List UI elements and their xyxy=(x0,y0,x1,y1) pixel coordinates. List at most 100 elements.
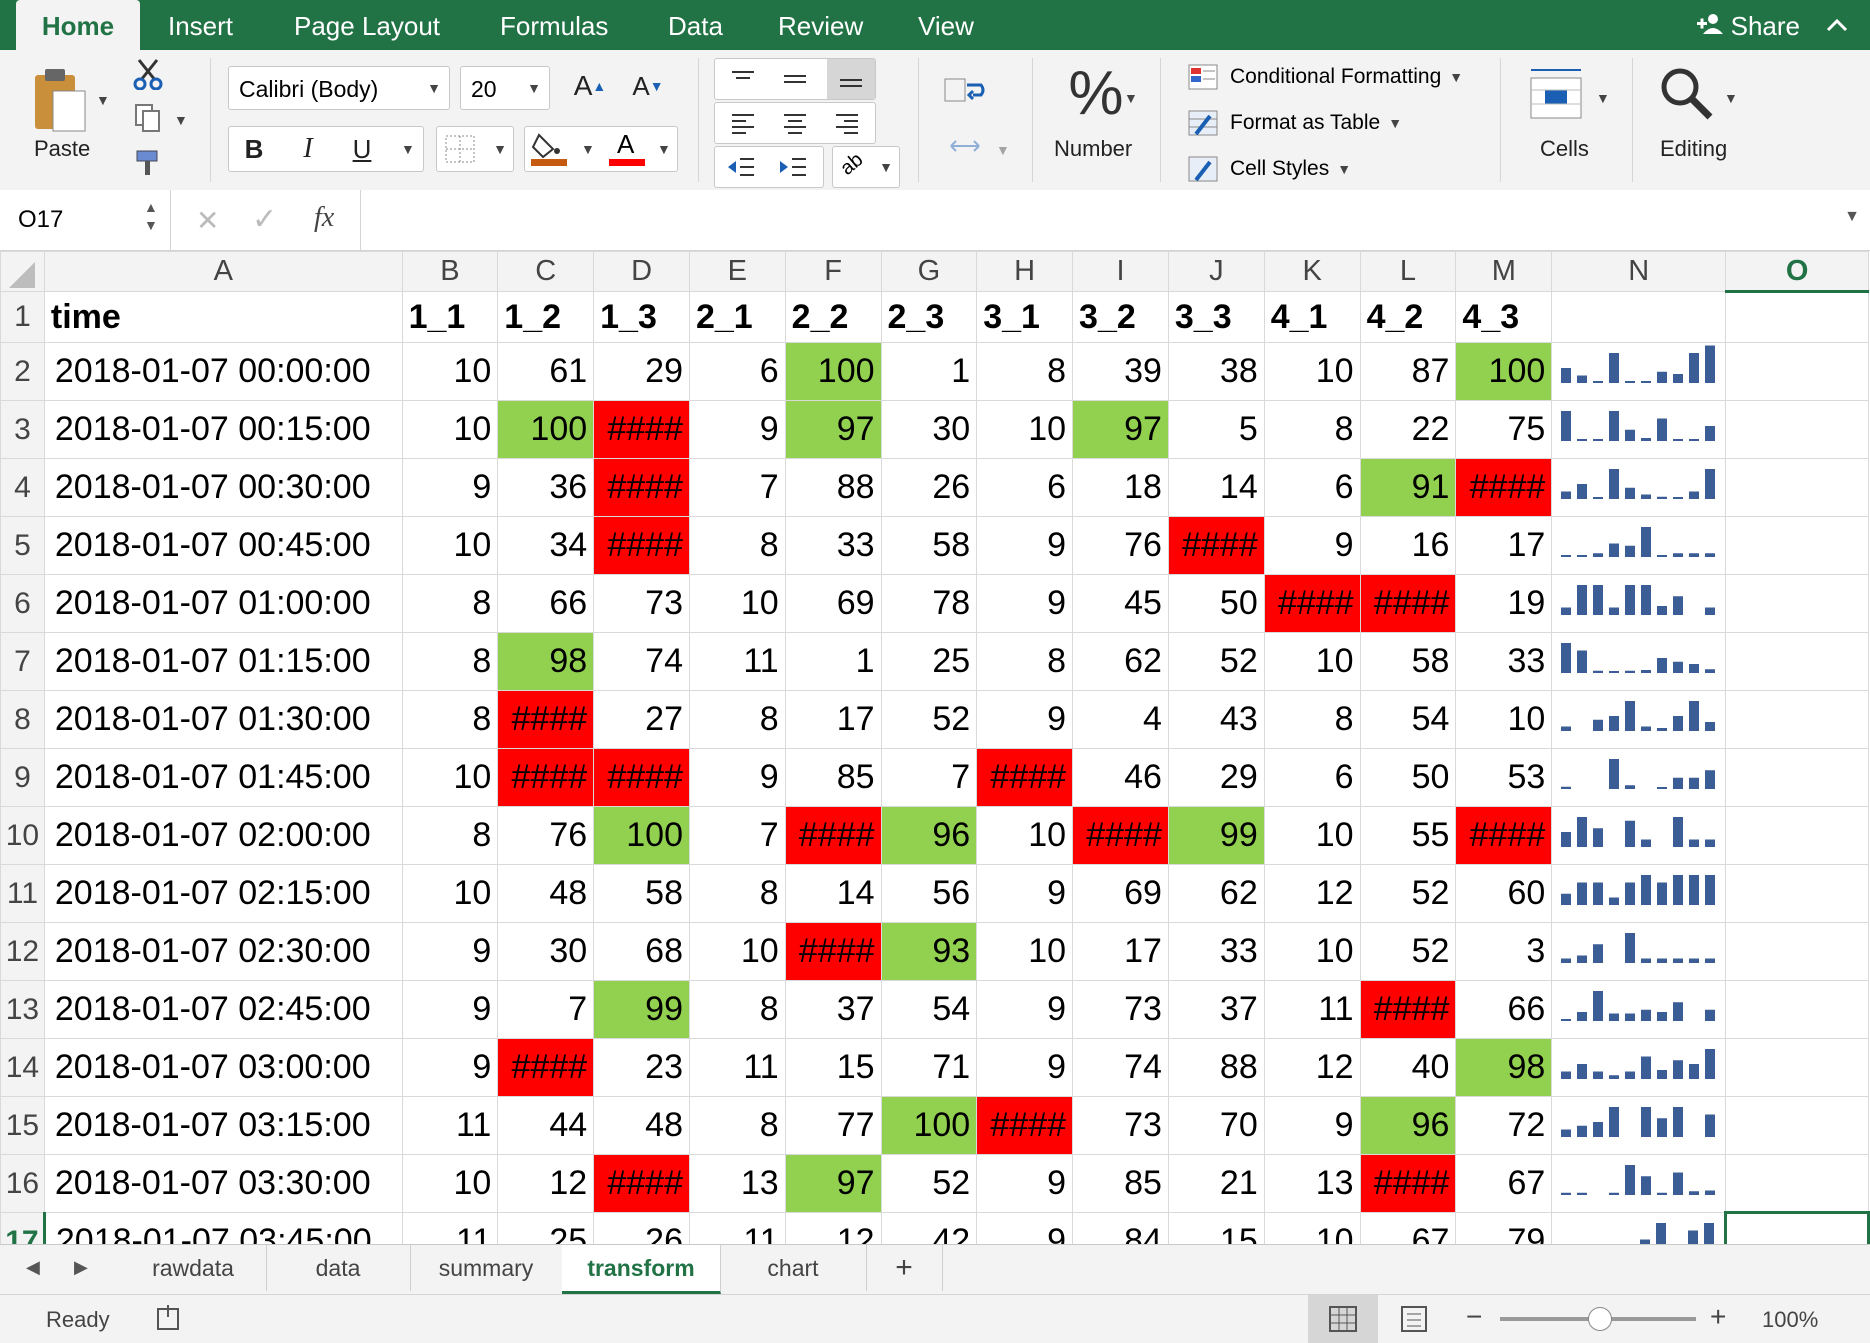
value-cell[interactable]: 98 xyxy=(497,632,595,691)
value-cell[interactable]: 10 xyxy=(976,400,1074,459)
value-cell[interactable]: 72 xyxy=(1455,1096,1553,1155)
value-cell[interactable]: 96 xyxy=(1359,1096,1457,1155)
column-header-m[interactable]: M xyxy=(1455,251,1553,292)
value-cell[interactable]: 11 xyxy=(1263,980,1361,1039)
time-cell[interactable]: 2018-01-07 02:15:00 xyxy=(43,864,403,923)
value-cell[interactable]: 76 xyxy=(497,806,595,865)
paste-dropdown-icon[interactable]: ▼ xyxy=(96,92,110,108)
sparkline-cell[interactable] xyxy=(1551,980,1727,1039)
sparkline-cell[interactable] xyxy=(1551,400,1727,459)
header-cell[interactable]: 4_1 xyxy=(1263,291,1361,343)
value-cell[interactable]: 75 xyxy=(1455,400,1553,459)
align-top-icon[interactable] xyxy=(723,63,763,95)
value-cell[interactable]: 10 xyxy=(1263,922,1361,981)
value-cell[interactable]: 11 xyxy=(401,1096,499,1155)
value-cell[interactable]: 8 xyxy=(401,806,499,865)
sparkline-cell[interactable] xyxy=(1551,1212,1727,1244)
value-cell[interactable]: 33 xyxy=(1455,632,1553,691)
value-cell[interactable]: 74 xyxy=(593,632,690,691)
time-cell[interactable]: 2018-01-07 02:00:00 xyxy=(43,806,403,865)
value-cell[interactable]: 9 xyxy=(688,400,786,459)
value-cell[interactable]: 9 xyxy=(401,922,499,981)
value-cell[interactable]: 52 xyxy=(1359,922,1457,981)
column-header-a[interactable]: A xyxy=(43,251,403,292)
sparkline-cell[interactable] xyxy=(1551,1096,1727,1155)
value-cell[interactable]: 11 xyxy=(401,1212,499,1244)
value-cell[interactable]: 11 xyxy=(688,632,786,691)
value-cell[interactable]: 18 xyxy=(1072,458,1169,517)
sheet-tab-chart[interactable]: chart xyxy=(720,1245,867,1291)
value-cell[interactable]: 9 xyxy=(688,748,786,807)
value-cell[interactable]: 52 xyxy=(880,690,978,749)
font-color-button[interactable]: A xyxy=(607,127,647,171)
value-cell[interactable]: 53 xyxy=(1455,748,1553,807)
selected-cell[interactable] xyxy=(1724,1211,1870,1244)
page-layout-view-icon[interactable] xyxy=(1400,1305,1428,1338)
value-cell[interactable]: 7 xyxy=(880,748,978,807)
value-cell[interactable]: #### xyxy=(784,922,882,981)
value-cell[interactable]: #### xyxy=(1359,980,1457,1039)
row-header[interactable]: 9 xyxy=(0,748,45,807)
sheet-tab-summary[interactable]: summary xyxy=(410,1245,563,1291)
format-as-table-button[interactable]: Format as Table ▼ xyxy=(1188,106,1402,140)
value-cell[interactable]: 88 xyxy=(784,458,882,517)
value-cell[interactable]: 100 xyxy=(880,1096,978,1155)
value-cell[interactable]: 9 xyxy=(976,980,1074,1039)
value-cell[interactable]: 52 xyxy=(1359,864,1457,923)
conditional-formatting-button[interactable]: Conditional Formatting ▼ xyxy=(1188,60,1463,94)
cell[interactable] xyxy=(1725,516,1869,575)
value-cell[interactable]: 10 xyxy=(401,516,499,575)
column-header-g[interactable]: G xyxy=(880,251,978,292)
time-cell[interactable]: 2018-01-07 00:15:00 xyxy=(43,400,403,459)
value-cell[interactable]: 6 xyxy=(1263,748,1361,807)
paste-button[interactable] xyxy=(20,60,100,140)
search-icon[interactable] xyxy=(1656,62,1716,124)
value-cell[interactable]: 61 xyxy=(497,342,595,401)
value-cell[interactable]: 9 xyxy=(976,864,1074,923)
increase-indent-icon[interactable] xyxy=(771,151,815,183)
time-cell[interactable]: 2018-01-07 01:15:00 xyxy=(43,632,403,691)
value-cell[interactable]: #### xyxy=(497,748,595,807)
time-cell[interactable]: 2018-01-07 03:30:00 xyxy=(43,1154,403,1213)
column-header-f[interactable]: F xyxy=(784,251,882,292)
value-cell[interactable]: #### xyxy=(593,458,690,517)
value-cell[interactable]: 62 xyxy=(1167,864,1265,923)
value-cell[interactable]: 8 xyxy=(401,574,499,633)
row-header[interactable]: 16 xyxy=(0,1154,45,1213)
value-cell[interactable]: #### xyxy=(1359,1154,1457,1213)
value-cell[interactable]: 50 xyxy=(1359,748,1457,807)
cut-icon[interactable] xyxy=(130,56,166,92)
value-cell[interactable]: 12 xyxy=(497,1154,595,1213)
value-cell[interactable]: 10 xyxy=(1263,632,1361,691)
value-cell[interactable]: #### xyxy=(1359,574,1457,633)
value-cell[interactable]: 39 xyxy=(1072,342,1169,401)
value-cell[interactable]: 10 xyxy=(401,1154,499,1213)
value-cell[interactable]: 66 xyxy=(1455,980,1553,1039)
value-cell[interactable]: #### xyxy=(593,516,690,575)
value-cell[interactable]: 16 xyxy=(1359,516,1457,575)
row-header[interactable]: 3 xyxy=(0,400,45,459)
value-cell[interactable]: 7 xyxy=(688,806,786,865)
value-cell[interactable]: 12 xyxy=(1263,864,1361,923)
fill-color-button[interactable] xyxy=(529,131,569,167)
value-cell[interactable]: 26 xyxy=(880,458,978,517)
value-cell[interactable]: 8 xyxy=(688,980,786,1039)
value-cell[interactable]: 3 xyxy=(1455,922,1553,981)
value-cell[interactable]: 11 xyxy=(688,1212,786,1244)
grow-font-button[interactable]: A ▲ xyxy=(564,64,616,108)
column-header-b[interactable]: B xyxy=(401,251,499,292)
cells-icon[interactable] xyxy=(1526,62,1586,124)
sparkline-cell[interactable] xyxy=(1551,864,1727,923)
wrap-text-icon[interactable] xyxy=(940,70,990,110)
row-header[interactable]: 4 xyxy=(0,458,45,517)
value-cell[interactable]: 99 xyxy=(1167,806,1265,865)
value-cell[interactable]: 91 xyxy=(1359,458,1457,517)
cell[interactable] xyxy=(1725,342,1869,401)
value-cell[interactable]: 10 xyxy=(688,922,786,981)
column-header-h[interactable]: H xyxy=(976,251,1074,292)
tab-data[interactable]: Data xyxy=(668,0,723,50)
column-header-k[interactable]: K xyxy=(1263,251,1361,292)
sheet-tab-data[interactable]: data xyxy=(266,1245,411,1291)
row-header[interactable]: 1 xyxy=(0,291,45,343)
sheet-tab-rawdata[interactable]: rawdata xyxy=(120,1245,267,1291)
